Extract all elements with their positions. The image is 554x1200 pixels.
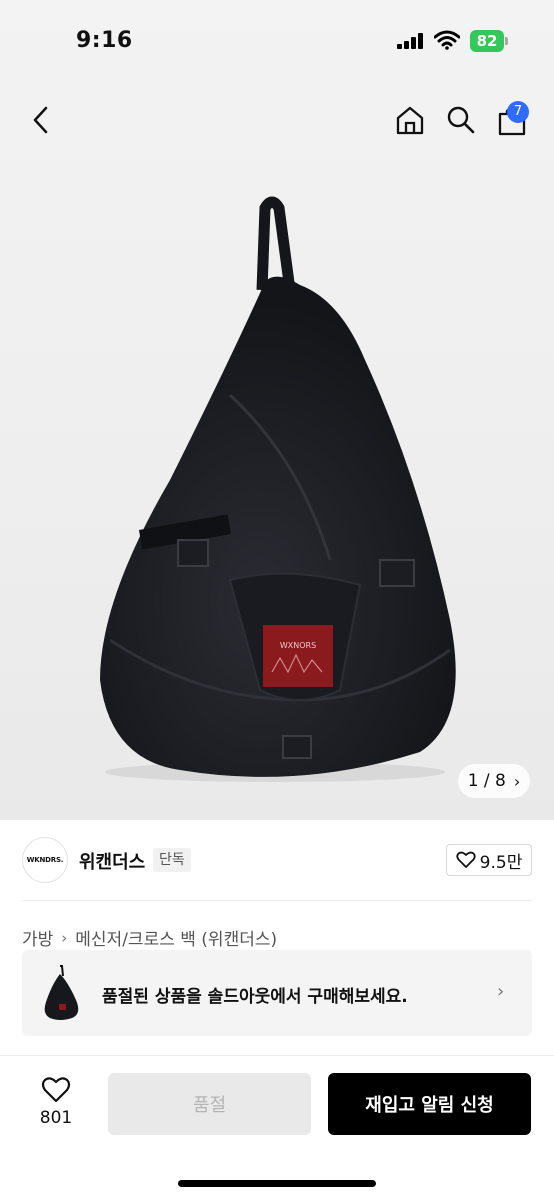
brand-like-button[interactable]: 9.5만 [446,844,532,876]
heart-icon [41,1077,71,1103]
home-button[interactable] [390,100,430,140]
soldout-banner[interactable]: 품절된 상품을 솔드아웃에서 구매해보세요. › [22,950,532,1036]
brand-like-count: 9.5만 [479,852,523,873]
divider [22,900,532,901]
status-time: 9:16 [76,28,133,53]
breadcrumb-subcategory[interactable]: 메신저/크로스 백 (위캔더스) [75,925,277,950]
chevron-right-icon: › [61,928,68,947]
brand-logo-text: WKNDRS. [26,856,64,864]
brand-logo[interactable]: WKNDRS. [22,837,68,883]
soldout-banner-text: 품절된 상품을 솔드아웃에서 구매해보세요. [102,987,408,1007]
heart-icon [456,851,476,868]
bag-patch-text: WXNORS [280,641,316,650]
wishlist-count: 801 [39,1108,73,1128]
breadcrumb: 가방 › 메신저/크로스 백 (위캔더스) [22,925,277,951]
wishlist-button[interactable]: 801 [30,1072,82,1132]
home-icon [396,106,424,135]
chevron-left-icon [33,106,48,134]
breadcrumb-category[interactable]: 가방 [22,925,53,950]
wifi-icon [434,30,460,50]
cart-count-badge: 7 [507,101,529,123]
product-thumbnail [44,965,79,1020]
search-icon [447,106,475,134]
signal-icon [397,33,423,49]
search-button[interactable] [441,100,481,140]
battery-indicator: 82 [470,30,508,52]
restock-alert-button[interactable]: 재입고 알림 신청 [328,1073,531,1135]
status-bar: 9:16 82 [0,0,554,84]
chevron-right-icon: › [513,771,521,791]
image-counter[interactable]: 1 / 8 › [458,764,530,798]
image-counter-text: 1 / 8 [467,771,506,791]
brand-name[interactable]: 위캔더스 [79,848,145,874]
exclusive-badge: 단독 [153,848,191,872]
home-indicator [178,1180,376,1187]
battery-level: 82 [470,30,504,52]
soldout-button: 품절 [108,1073,311,1135]
chevron-right-icon: › [497,981,505,1002]
back-button[interactable] [22,100,60,140]
